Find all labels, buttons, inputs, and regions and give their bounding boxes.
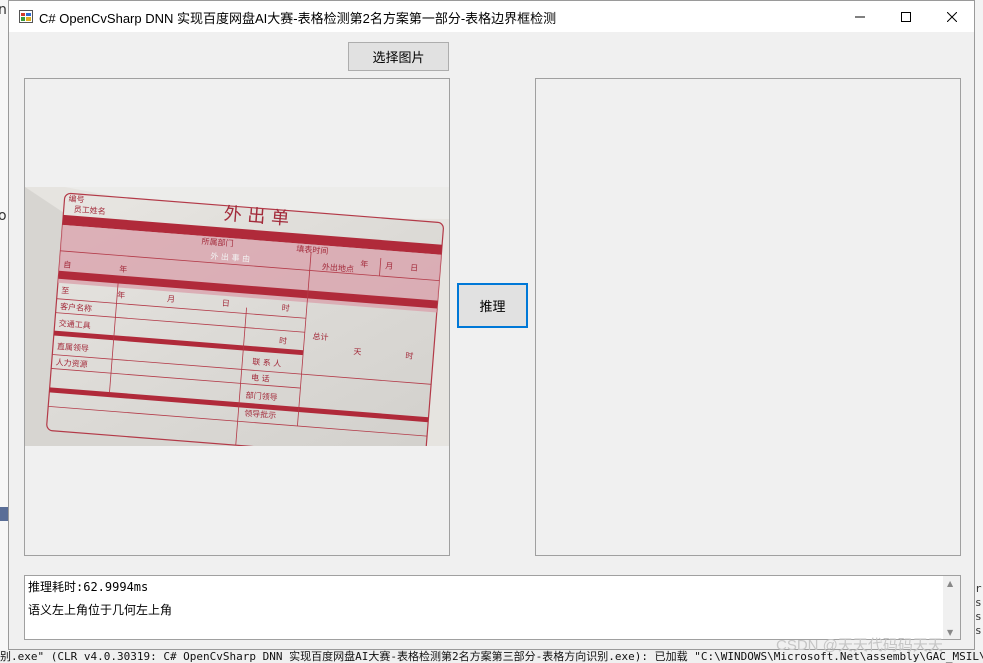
svg-text:至: 至 [61,286,70,296]
svg-text:年: 年 [117,289,126,300]
maximize-button[interactable] [883,1,929,32]
form-serial: 编号 [68,193,85,204]
svg-text:月: 月 [167,294,176,304]
window-title: C# OpenCvSharp DNN 实现百度网盘AI大赛-表格检测第2名方案第… [39,11,557,26]
watermark: CSDN @天天代码码天天 [776,637,943,654]
background-editor-strip: n o [0,0,8,663]
svg-text:自: 自 [63,259,72,270]
svg-text:时: 时 [279,335,288,346]
svg-text:日: 日 [410,263,419,273]
title-bar: C# OpenCvSharp DNN 实现百度网盘AI大赛-表格检测第2名方案第… [9,1,974,32]
svg-text:电 话: 电 话 [251,372,270,383]
select-image-button[interactable]: 选择图片 [348,42,449,71]
scroll-up-icon[interactable]: ▲ [947,579,953,588]
svg-text:总计: 总计 [312,331,329,342]
svg-text:时: 时 [405,350,414,361]
log-textbox[interactable]: 推理耗时:62.9994ms 语义左上角位于几何左上角 ▲ ▼ [24,575,961,640]
result-text: 语义左上角位于几何左上角 [28,603,173,617]
close-button[interactable] [929,1,975,32]
inference-time-text: 推理耗时:62.9994ms [28,580,149,594]
close-icon [947,11,957,22]
log-scrollbar[interactable]: ▲ ▼ [943,576,960,639]
svg-text:年: 年 [119,264,128,275]
svg-text:时: 时 [281,302,290,313]
svg-text:日: 日 [221,299,230,309]
background-output-strip: r s s s [975,0,983,663]
minimize-button[interactable] [837,1,883,32]
maximize-icon [901,11,911,22]
app-window: C# OpenCvSharp DNN 实现百度网盘AI大赛-表格检测第2名方案第… [8,0,975,650]
svg-text:月: 月 [385,261,394,271]
app-icon [19,10,33,23]
svg-text:天: 天 [353,347,362,357]
output-image-box [535,78,961,556]
input-image-box: 外 出 单 编号 员工姓名 所属部门 填表时间 年 月 日 外 出 事 由 外出… [24,78,450,556]
form-photo: 外 出 单 编号 员工姓名 所属部门 填表时间 年 月 日 外 出 事 由 外出… [25,187,449,446]
svg-text:年: 年 [360,258,369,269]
minimize-icon [855,16,865,17]
scroll-down-icon[interactable]: ▼ [947,628,953,637]
infer-button[interactable]: 推理 [457,283,528,328]
